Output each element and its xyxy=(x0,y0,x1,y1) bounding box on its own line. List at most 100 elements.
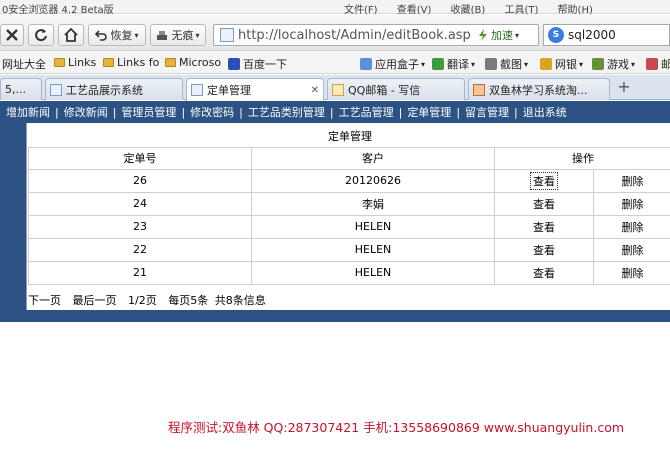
bookmark-label: 邮 xyxy=(661,58,670,71)
tab-label: 定单管理 xyxy=(207,84,251,97)
bookmark-item[interactable]: 游戏 ▾ xyxy=(592,56,635,72)
bookmark-item[interactable]: 网银 ▾ xyxy=(540,56,583,72)
view-link[interactable]: 查看 xyxy=(531,196,557,212)
tab-item[interactable]: 工艺品展示系统 xyxy=(45,78,183,100)
delete-link[interactable]: 删除 xyxy=(622,267,644,280)
bookmark-item[interactable]: Microso xyxy=(165,56,221,69)
nav-craft-manage[interactable]: 工艺品管理 xyxy=(339,104,394,120)
game-icon xyxy=(592,58,604,70)
nav-admin-manage[interactable]: 管理员管理 xyxy=(121,104,176,120)
bookmark-label: 网银 xyxy=(555,58,577,71)
close-icon[interactable]: ✕ xyxy=(311,85,319,96)
speed-up-label: 加速 xyxy=(491,29,513,42)
per-page-info: 每页5条 xyxy=(168,294,209,307)
order-table: 定单管理 定单号 客户 操作 26 20120626 查看 删除 24 李娟 查… xyxy=(28,125,670,285)
bookmark-item[interactable]: 网址大全 xyxy=(2,56,46,72)
bank-icon xyxy=(540,58,552,70)
nav-order-manage[interactable]: 定单管理 xyxy=(407,104,451,120)
search-engine-icon[interactable]: S xyxy=(548,27,564,43)
table-row: 23 HELEN 查看 删除 xyxy=(28,214,670,239)
chevron-down-icon: ▾ xyxy=(524,59,529,69)
page-icon xyxy=(220,28,234,42)
chevron-down-icon: ▾ xyxy=(515,30,520,40)
stop-button[interactable] xyxy=(0,24,24,46)
customer-cell: HELEN xyxy=(251,214,495,239)
restore-label: 恢复 xyxy=(110,29,133,42)
order-panel: 定单管理 定单号 客户 操作 26 20120626 查看 删除 24 李娟 查… xyxy=(26,123,670,310)
bookmark-label: Microso xyxy=(179,56,222,69)
bookmark-item[interactable]: Links xyxy=(54,56,96,69)
tab-item[interactable]: 双鱼林学习系统淘... xyxy=(468,78,610,100)
pagination: 下一页 最后一页 1/2页 每页5条 共8条信息 xyxy=(28,292,274,308)
speed-up-button[interactable]: 加速 ▾ xyxy=(477,25,519,45)
page-icon xyxy=(191,84,203,96)
view-link[interactable]: 查看 xyxy=(531,265,557,281)
order-no-cell: 26 xyxy=(28,168,252,193)
bookmark-label: 网址大全 xyxy=(2,58,46,71)
bookmark-item[interactable]: 百度一下 xyxy=(228,56,287,72)
restore-button[interactable]: 恢复 ▾ xyxy=(88,24,146,46)
tab-item-active[interactable]: 定单管理 ✕ xyxy=(186,78,324,101)
site-nav-bar: 增加新闻 | 修改新闻 | 管理员管理 | 修改密码 | 工艺品类别管理 | 工艺品管理 |… xyxy=(0,101,670,123)
delete-link[interactable]: 删除 xyxy=(622,244,644,257)
bookmark-item[interactable]: Links fo xyxy=(103,56,159,69)
delete-link[interactable]: 删除 xyxy=(622,198,644,211)
header-order-no: 定单号 xyxy=(28,146,252,170)
table-row: 26 20120626 查看 删除 xyxy=(28,168,670,193)
view-link[interactable]: 查看 xyxy=(530,171,558,190)
nav-add-news[interactable]: 增加新闻 xyxy=(6,104,50,120)
nav-logout[interactable]: 退出系统 xyxy=(523,104,567,120)
bookmark-item[interactable]: 邮 xyxy=(646,56,670,72)
tab-label: 双鱼林学习系统淘... xyxy=(489,83,588,97)
chevron-down-icon: ▾ xyxy=(471,59,476,69)
total-info: 共8条信息 xyxy=(214,294,266,307)
view-link[interactable]: 查看 xyxy=(531,219,557,235)
tab-item[interactable]: 5,... xyxy=(0,78,42,100)
folder-icon xyxy=(54,58,65,67)
nav-message-manage[interactable]: 留言管理 xyxy=(465,104,509,120)
customer-cell: 李娟 xyxy=(251,191,495,216)
page-icon xyxy=(50,83,62,96)
home-icon xyxy=(64,28,78,42)
tab-label: 工艺品展示系统 xyxy=(66,83,143,97)
delete-link[interactable]: 删除 xyxy=(622,221,644,234)
tab-label: 5,... xyxy=(5,83,26,96)
incognito-icon xyxy=(157,31,168,40)
bookmark-label: 应用盒子 xyxy=(375,58,419,71)
refresh-button[interactable] xyxy=(28,24,54,46)
header-customer: 客户 xyxy=(251,146,495,170)
tab-label: QQ邮箱 - 写信 xyxy=(348,83,421,97)
home-button[interactable] xyxy=(58,24,84,46)
nav-craft-category[interactable]: 工艺品类别管理 xyxy=(248,104,325,120)
bookmark-label: 游戏 xyxy=(607,58,629,71)
bookmark-label: 百度一下 xyxy=(243,58,287,71)
bookmark-item[interactable]: 截图 ▾ xyxy=(485,56,528,72)
view-link[interactable]: 查看 xyxy=(531,242,557,258)
nav-change-password[interactable]: 修改密码 xyxy=(190,104,234,120)
chevron-down-icon: ▾ xyxy=(631,59,636,69)
bookmark-item[interactable]: 应用盒子 ▾ xyxy=(360,56,425,72)
search-box[interactable]: S sql2000 xyxy=(543,24,670,46)
undo-arrow-icon xyxy=(95,30,108,41)
delete-link[interactable]: 删除 xyxy=(622,175,644,188)
next-page-link[interactable]: 下一页 xyxy=(28,294,61,307)
chevron-down-icon: ▾ xyxy=(134,30,139,40)
nav-edit-news[interactable]: 修改新闻 xyxy=(64,104,108,120)
navigation-toolbar: 恢复 ▾ 无痕 ▾ http://localhost/Admin/editBoo… xyxy=(0,15,670,51)
order-no-cell: 24 xyxy=(28,191,252,216)
table-header-row: 定单号 客户 操作 xyxy=(28,146,670,170)
tab-item[interactable]: QQ邮箱 - 写信 xyxy=(327,78,465,100)
bookmark-item[interactable]: 翻译 ▾ xyxy=(432,56,475,72)
close-x-icon xyxy=(6,29,18,41)
search-query[interactable]: sql2000 xyxy=(568,28,616,42)
new-tab-button[interactable]: + xyxy=(614,78,634,96)
lightning-icon xyxy=(479,29,487,41)
bookmark-label: Links xyxy=(68,56,97,69)
footer-credit: 程序测试:双鱼林 QQ:287307421 手机:13558690869 www… xyxy=(168,420,625,435)
site-favicon-icon xyxy=(473,83,485,96)
incognito-button[interactable]: 无痕 ▾ xyxy=(150,24,206,46)
last-page-link[interactable]: 最后一页 xyxy=(73,294,117,307)
mail-icon xyxy=(646,58,658,70)
table-title: 定单管理 xyxy=(328,129,372,143)
customer-cell: HELEN xyxy=(251,237,495,262)
